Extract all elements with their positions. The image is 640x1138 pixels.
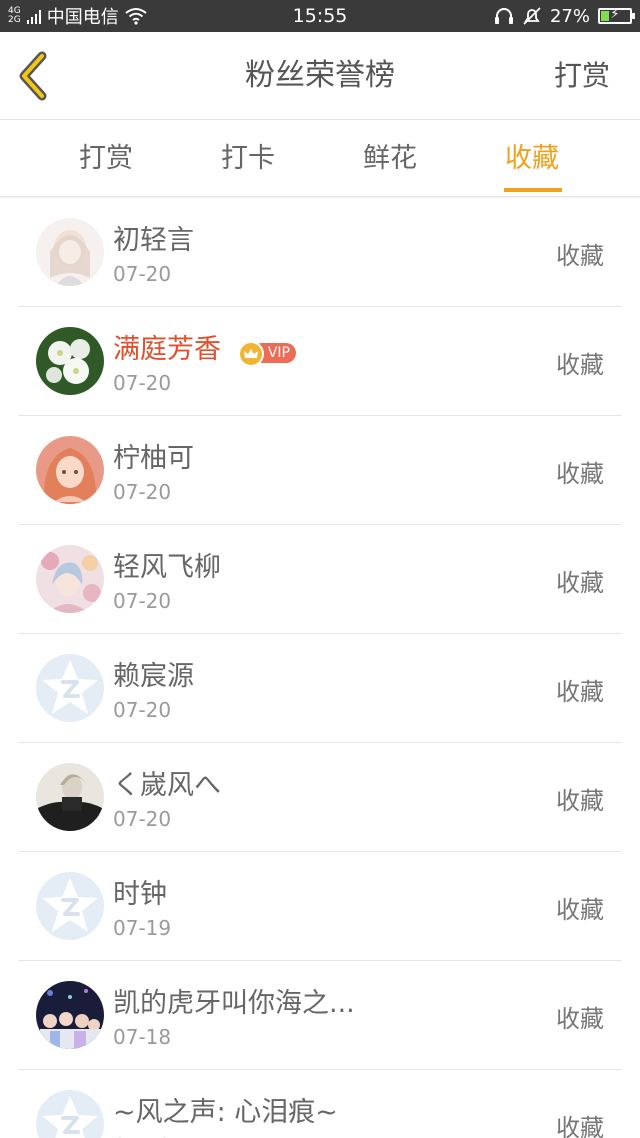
charging-bolt-icon: ⚡ — [610, 7, 620, 22]
favorite-label: 收藏 — [556, 678, 604, 706]
avatar — [36, 654, 104, 722]
default-avatar-star-icon — [36, 654, 104, 722]
list-date: 07-20 — [113, 480, 172, 504]
favorite-label: 收藏 — [556, 351, 604, 379]
user-name: 凯的虎牙叫你海之... — [113, 988, 355, 1019]
active-tab-indicator — [504, 188, 562, 192]
default-avatar-star-icon — [36, 1090, 104, 1138]
user-name: 时钟 — [113, 879, 167, 910]
list-date: 07-20 — [113, 262, 172, 286]
list-item[interactable]: 柠柚可 07-20 收藏 — [0, 416, 640, 525]
favorite-label: 收藏 — [556, 460, 604, 488]
list-date: 07-20 — [113, 371, 172, 395]
favorite-label: 收藏 — [556, 1005, 604, 1033]
tab-favorites[interactable]: 收藏 — [472, 121, 592, 197]
tab-label: 打赏 — [79, 143, 133, 174]
avatar — [36, 327, 104, 395]
crown-icon — [238, 341, 264, 367]
user-name: 赖宸源 — [113, 661, 194, 692]
user-name: く嵗风へ — [113, 770, 221, 801]
tab-reward[interactable]: 打赏 — [46, 121, 166, 197]
list-item[interactable]: く嵗风へ 07-20 收藏 — [0, 743, 640, 852]
vip-badge: VIP — [238, 341, 296, 367]
user-name: 满庭芳香 — [113, 334, 221, 365]
tab-label: 收藏 — [505, 143, 559, 174]
user-name: 初轻言 — [113, 225, 194, 256]
list-date: 07-20 — [113, 807, 172, 831]
favorite-label: 收藏 — [556, 569, 604, 597]
tab-label: 鲜花 — [363, 143, 417, 174]
user-name: 轻风飞柳 — [113, 552, 221, 583]
user-name: 柠柚可 — [113, 443, 194, 474]
list-item[interactable]: ~风之声: 心泪痕~ 07-18 收藏 — [0, 1070, 640, 1138]
status-bar: 4G 2G 中国电信 15:55 27% ⚡ — [0, 0, 640, 32]
favorite-label: 收藏 — [556, 896, 604, 924]
battery-percent: 27% — [549, 5, 590, 27]
tab-label: 打卡 — [221, 143, 275, 174]
list-item[interactable]: 满庭芳香 VIP 07-20 收藏 — [0, 307, 640, 416]
title-bar: 粉丝荣誉榜 打赏 — [0, 32, 640, 120]
avatar — [36, 436, 104, 504]
user-name: ~风之声: 心泪痕~ — [113, 1097, 338, 1128]
battery-icon: ⚡ — [598, 7, 635, 24]
avatar — [36, 981, 104, 1049]
headset-icon — [494, 8, 513, 24]
mute-bell-icon — [523, 7, 541, 25]
list-date: 07-18 — [113, 1025, 172, 1049]
list-date: 07-18 — [113, 1134, 171, 1138]
list-item[interactable]: 初轻言 07-20 收藏 — [0, 198, 640, 307]
avatar — [36, 1090, 104, 1138]
list-item[interactable]: 轻风飞柳 07-20 收藏 — [0, 525, 640, 634]
default-avatar-star-icon — [36, 872, 104, 940]
tab-checkin[interactable]: 打卡 — [188, 121, 308, 197]
avatar — [36, 763, 104, 831]
list-date: 07-20 — [113, 698, 172, 722]
list-item[interactable]: 赖宸源 07-20 收藏 — [0, 634, 640, 743]
favorite-label: 收藏 — [556, 787, 604, 815]
list-date: 07-19 — [113, 916, 172, 940]
page-title: 粉丝荣誉榜 — [245, 58, 395, 93]
avatar — [36, 218, 104, 286]
favorite-label: 收藏 — [556, 1114, 604, 1138]
list-item[interactable]: 时钟 07-19 收藏 — [0, 852, 640, 961]
avatar — [36, 545, 104, 613]
list-item[interactable]: 凯的虎牙叫你海之... 07-18 收藏 — [0, 961, 640, 1070]
reward-button[interactable]: 打赏 — [554, 32, 610, 120]
avatar — [36, 872, 104, 940]
list-date: 07-20 — [113, 589, 172, 613]
status-right: 27% ⚡ — [494, 0, 635, 32]
tab-bar: 打赏 打卡 鲜花 收藏 — [0, 121, 640, 197]
tab-flowers[interactable]: 鲜花 — [330, 121, 450, 197]
favorite-label: 收藏 — [556, 242, 604, 270]
